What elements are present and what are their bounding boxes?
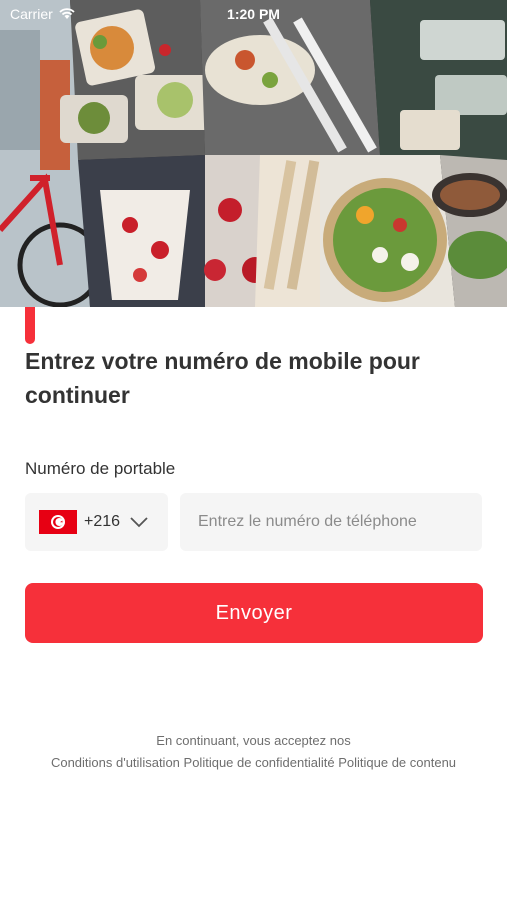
- country-dial-code: +216: [84, 513, 121, 530]
- phone-number-input[interactable]: [180, 493, 482, 551]
- privacy-policy-link[interactable]: Politique de confidentialité: [184, 755, 335, 770]
- legal-notice: En continuant, vous acceptez nos Conditi…: [20, 730, 487, 774]
- country-code-selector[interactable]: +216: [25, 493, 168, 551]
- chevron-down-icon: [130, 517, 148, 528]
- page-title: Entrez votre numéro de mobile pour conti…: [25, 348, 420, 408]
- content-policy-link[interactable]: Politique de contenu: [338, 755, 456, 770]
- phone-field-label: Numéro de portable: [25, 459, 176, 478]
- accent-bar: [25, 307, 35, 344]
- legal-links: Conditions d'utilisation Politique de co…: [20, 752, 487, 774]
- status-time: 1:20 PM: [227, 6, 280, 22]
- status-bar: Carrier 1:20 PM: [0, 0, 507, 28]
- tunisia-flag-icon: [39, 510, 77, 534]
- terms-link[interactable]: Conditions d'utilisation: [51, 755, 180, 770]
- send-button[interactable]: Envoyer: [25, 583, 483, 643]
- legal-intro: En continuant, vous acceptez nos: [156, 733, 351, 748]
- hero-food-collage: [0, 0, 507, 307]
